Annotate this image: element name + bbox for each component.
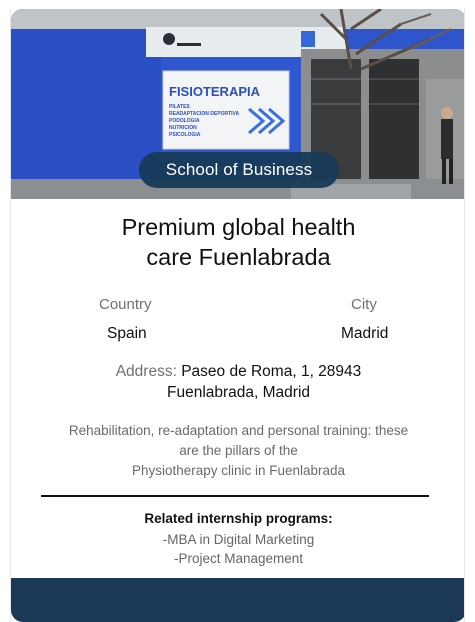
description-line: Rehabilitation, re-adaptation and person… xyxy=(68,423,409,438)
country-label: Country xyxy=(99,296,152,313)
hero-photo: FISIOTERAPIA PILATES READAPTACION DEPORT… xyxy=(11,9,464,199)
sign-line: READAPTACION DEPORTIVA xyxy=(169,111,239,117)
address-label: Address: xyxy=(115,363,177,380)
address-line: Fuenlabrada, Madrid xyxy=(166,384,311,401)
sign-line: PILATES xyxy=(169,104,190,110)
city-value: Madrid xyxy=(341,325,389,342)
program-item[interactable]: -MBA in Digital Marketing xyxy=(11,530,464,549)
card-footer[interactable] xyxy=(11,578,464,622)
title-line: care Fuenlabrada xyxy=(146,244,331,270)
related-heading: Related internship programs: xyxy=(144,511,333,526)
location-info: Country Spain City Madrid xyxy=(11,296,464,342)
center-title: Premium global health care Fuenlabrada xyxy=(11,212,464,272)
address-line: Paseo de Roma, 1, 28943 xyxy=(181,363,362,380)
center-description: Rehabilitation, re-adaptation and person… xyxy=(21,421,456,481)
address: Address: Paseo de Roma, 1, 28943 Fuenlab… xyxy=(71,361,406,403)
center-card[interactable]: FISIOTERAPIA PILATES READAPTACION DEPORT… xyxy=(10,9,465,622)
description-line: Physiotherapy clinic in Fuenlabrada xyxy=(131,463,346,478)
sign-line: NUTRICION xyxy=(169,125,197,131)
sign-line: PSICOLOGIA xyxy=(169,132,201,138)
city-label: City xyxy=(351,296,377,313)
title-line: Premium global health xyxy=(121,214,356,240)
program-item[interactable]: -Project Management xyxy=(11,549,464,568)
school-badge: School of Business xyxy=(139,152,339,188)
related-programs: Related internship programs: -MBA in Dig… xyxy=(11,509,464,568)
sign-title: FISIOTERAPIA xyxy=(169,84,261,99)
sign-line: PODOLOGIA xyxy=(169,118,200,124)
country-value: Spain xyxy=(107,325,147,342)
description-line: are the pillars of the xyxy=(179,443,298,458)
divider xyxy=(41,495,429,497)
